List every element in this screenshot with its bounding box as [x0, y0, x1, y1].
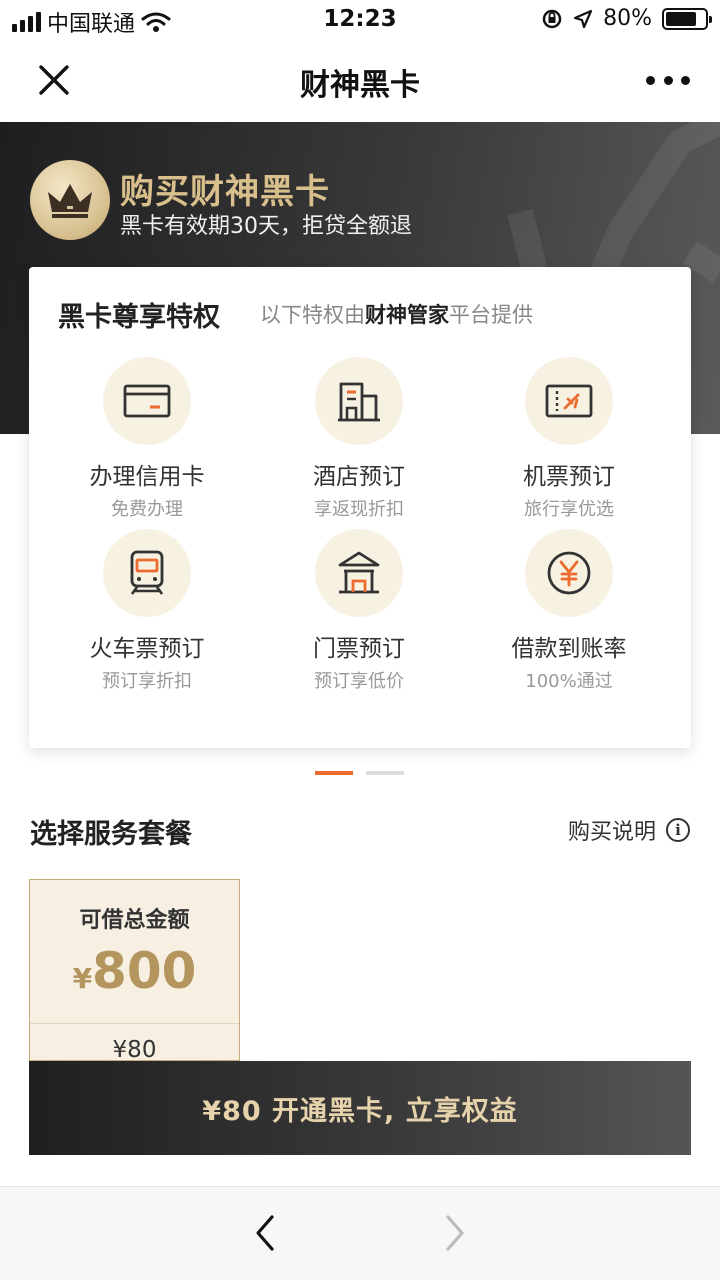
privileges-card: 黑卡尊享特权 以下特权由财神管家平台提供 办理信用卡 免费办理 酒店预订 享返现 [29, 267, 691, 748]
divider [30, 1023, 239, 1024]
chevron-right-icon[interactable] [436, 1213, 472, 1253]
privilege-label: 机票预订 [523, 464, 615, 490]
chevron-left-icon[interactable] [248, 1213, 284, 1253]
hero-title: 购买财神黑卡 [120, 172, 330, 212]
more-icon[interactable] [646, 60, 690, 100]
privilege-label: 办理信用卡 [89, 464, 205, 490]
activate-black-card-button[interactable]: ¥80 开通黑卡, 立享权益 [29, 1061, 691, 1155]
nav-bar: 财神黑卡 [0, 40, 720, 122]
info-icon: i [666, 818, 690, 842]
privileges-title: 黑卡尊享特权 [58, 302, 220, 333]
privilege-desc: 预订享折扣 [102, 671, 192, 692]
battery-percent: 80% [603, 6, 652, 31]
page-title: 财神黑卡 [300, 68, 420, 103]
privilege-train[interactable]: 火车票预订 预订享折扣 [47, 529, 247, 693]
privilege-desc: 旅行享优选 [524, 499, 614, 520]
yuan-coin-icon [525, 529, 613, 617]
privilege-label: 酒店预订 [313, 464, 405, 490]
location-arrow-icon [573, 9, 593, 28]
privileges-subtitle: 以下特权由财神管家平台提供 [260, 303, 533, 327]
currency-symbol: ¥ [72, 962, 93, 995]
battery-icon [662, 7, 712, 30]
browser-toolbar [0, 1186, 720, 1280]
purchase-info-label: 购买说明 [567, 820, 656, 845]
privilege-label: 火车票预订 [89, 636, 205, 662]
plan-option-card[interactable]: 可借总金额 ¥800 ¥80 [29, 879, 240, 1061]
orientation-lock-icon [542, 9, 562, 28]
carousel-dot[interactable] [366, 771, 404, 775]
privilege-loan[interactable]: 借款到账率 100%通过 [469, 529, 669, 693]
platform-name: 财神管家 [365, 303, 449, 327]
hero-subtitle: 黑卡有效期30天，拒贷全额退 [120, 214, 412, 239]
status-right: 80% [541, 6, 712, 31]
plan-amount-label: 可借总金额 [79, 908, 190, 933]
privilege-attraction[interactable]: 门票预订 预订享低价 [259, 529, 459, 693]
privilege-desc: 预订享低价 [314, 671, 404, 692]
privilege-label: 借款到账率 [511, 636, 627, 662]
plan-price: ¥80 [112, 1037, 157, 1061]
privilege-desc: 享返现折扣 [314, 499, 404, 520]
plan-section-title: 选择服务套餐 [30, 819, 192, 850]
purchase-info-link[interactable]: 购买说明 i [568, 814, 690, 846]
flight-ticket-icon [525, 357, 613, 445]
credit-card-icon [103, 357, 191, 445]
amount-value: 800 [92, 942, 197, 1000]
privilege-label: 门票预订 [313, 636, 405, 662]
battery-fill [666, 11, 697, 26]
privilege-desc: 100%通过 [525, 671, 613, 692]
carousel-dot[interactable] [315, 771, 353, 775]
plan-amount: ¥800 [30, 942, 239, 1000]
privilege-flight[interactable]: 机票预订 旅行享优选 [469, 357, 669, 521]
hotel-icon [315, 357, 403, 445]
privilege-desc: 免费办理 [111, 499, 183, 520]
attraction-icon [315, 529, 403, 617]
carousel-indicator [315, 771, 404, 775]
privilege-hotel[interactable]: 酒店预订 享返现折扣 [259, 357, 459, 521]
crown-icon [30, 160, 110, 240]
privilege-credit-card[interactable]: 办理信用卡 免费办理 [47, 357, 247, 521]
train-icon [103, 529, 191, 617]
status-bar: 中国联通 12:23 80% [0, 0, 720, 40]
